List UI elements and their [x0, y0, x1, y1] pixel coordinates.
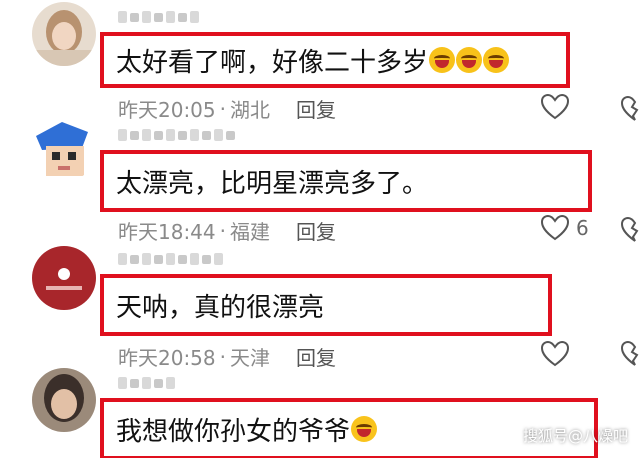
username-blurred[interactable] — [118, 372, 175, 394]
comment-text: 太好看了啊，好像二十多岁 — [116, 47, 429, 78]
comment-meta: 昨天20:58 · 天津 回复 — [118, 342, 336, 371]
comment-bubble: 天呐，真的很漂亮 — [100, 274, 552, 336]
rolling-laughing-emoji-icon — [351, 416, 378, 442]
broken-heart-icon — [620, 340, 639, 366]
username-blurred[interactable] — [118, 124, 235, 146]
meta-separator: · — [219, 96, 226, 121]
comment-bubble: 太好看了啊，好像二十多岁 — [100, 32, 570, 88]
broken-heart-icon — [620, 216, 639, 242]
reply-button[interactable]: 回复 — [296, 94, 336, 123]
avatar[interactable] — [32, 368, 96, 432]
watermark: 搜狐号@八燥吧 — [522, 427, 628, 445]
comment-location: 福建 — [230, 220, 270, 244]
comment-text: 天呐，真的很漂亮 — [116, 292, 325, 323]
broken-heart-icon — [620, 95, 639, 121]
avatar[interactable] — [32, 246, 96, 310]
username-blurred[interactable] — [118, 248, 223, 270]
reply-button[interactable]: 回复 — [296, 342, 336, 371]
grinning-squint-emoji-icon — [456, 47, 483, 73]
comment-location: 天津 — [230, 346, 270, 370]
meta-separator: · — [219, 344, 226, 369]
like-button[interactable] — [540, 93, 570, 121]
comment-location: 湖北 — [230, 98, 270, 122]
heart-icon — [540, 93, 570, 120]
comment-meta: 昨天20:05 · 湖北 回复 — [118, 94, 336, 123]
like-button[interactable]: 6 — [540, 214, 589, 242]
heart-icon — [540, 340, 570, 367]
meta-separator: · — [219, 218, 226, 243]
heart-icon — [540, 214, 570, 241]
comment-meta: 昨天18:44 · 福建 回复 — [118, 216, 336, 245]
grinning-squint-emoji-icon — [429, 47, 456, 73]
comment-time: 昨天18:44 — [118, 220, 216, 244]
comment-bubble: 太漂亮，比明星漂亮多了。 — [100, 150, 592, 212]
like-count: 6 — [576, 216, 589, 240]
like-button[interactable] — [540, 340, 570, 368]
dislike-button[interactable] — [620, 216, 640, 246]
comment-time: 昨天20:58 — [118, 346, 216, 370]
avatar[interactable] — [32, 118, 96, 182]
comment-text: 太漂亮，比明星漂亮多了。 — [116, 168, 429, 199]
dislike-button[interactable] — [620, 95, 640, 125]
avatar[interactable] — [32, 2, 96, 66]
dislike-button[interactable] — [620, 340, 640, 370]
comment-text: 我想做你孙女的爷爷 — [116, 416, 351, 447]
grinning-squint-emoji-icon — [483, 47, 510, 73]
reply-button[interactable]: 回复 — [296, 216, 336, 245]
username-blurred[interactable] — [118, 6, 199, 28]
comment-time: 昨天20:05 — [118, 98, 216, 122]
